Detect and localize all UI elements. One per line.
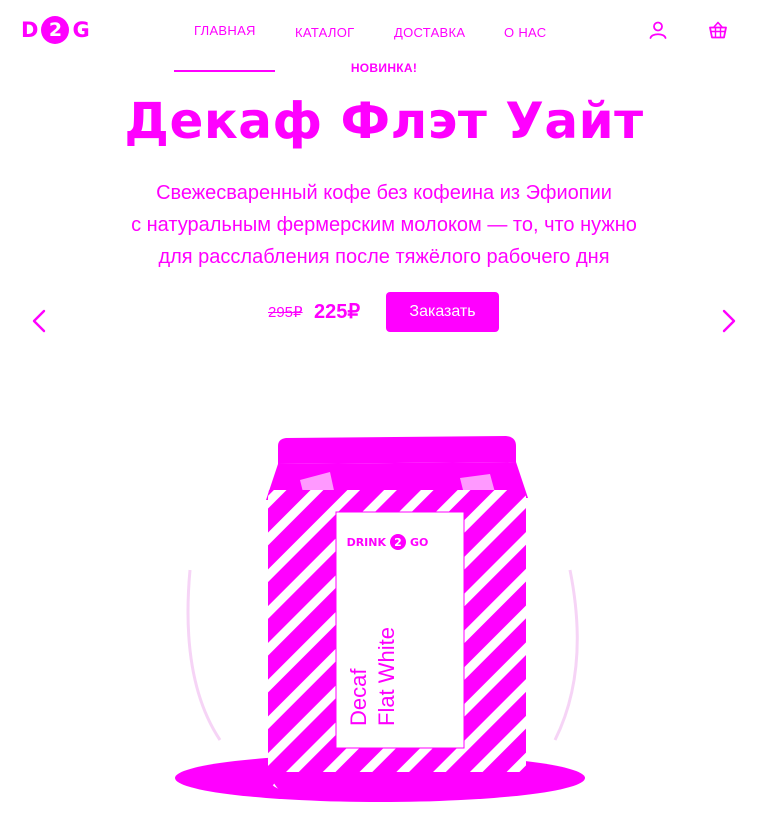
can-name-line1: Decaf <box>346 668 371 726</box>
logo-letter-d: D <box>21 18 39 42</box>
chevron-left-icon[interactable] <box>28 308 52 334</box>
can-brand-left: DRINK <box>347 536 387 549</box>
basket-icon[interactable] <box>707 19 729 41</box>
brand-logo[interactable]: D 2 G <box>21 16 90 44</box>
price-row: 295₽ 225₽ Заказать <box>0 292 768 332</box>
description-line: для расслабления после тяжёлого рабочего… <box>158 246 610 268</box>
logo-letter-g: G <box>72 18 90 42</box>
order-button[interactable]: Заказать <box>386 292 499 332</box>
logo-mark-digit: 2 <box>48 18 63 41</box>
nav-item-about[interactable]: О НАС <box>504 24 546 42</box>
old-price: 295₽ <box>268 304 303 321</box>
nav-item-home[interactable]: ГЛАВНАЯ <box>194 22 256 40</box>
can-brand-digit: 2 <box>394 536 402 549</box>
logo-mark: 2 <box>41 16 70 44</box>
new-price: 225₽ <box>314 301 361 323</box>
description-line: с натуральным фермерским молоком — то, ч… <box>131 214 637 236</box>
user-icon[interactable] <box>647 19 669 41</box>
chevron-right-icon[interactable] <box>716 308 740 334</box>
nav-item-delivery[interactable]: ДОСТАВКА <box>394 24 465 42</box>
product-description: Свежесваренный кофе без кофеина из Эфиоп… <box>0 177 768 273</box>
product-can-image: DRINK 2 GO Decaf Flat White <box>175 436 585 802</box>
page-title: Декаф Флэт Уайт <box>124 92 644 150</box>
nav-item-catalog[interactable]: КАТАЛОГ <box>295 24 354 42</box>
can-lid <box>278 436 516 464</box>
can-bottom <box>272 772 524 794</box>
description-line: Свежесваренный кофе без кофеина из Эфиоп… <box>156 182 612 204</box>
can-name-line2: Flat White <box>374 627 399 726</box>
new-badge: НОВИНКА! <box>350 61 418 75</box>
site-header: D 2 G ГЛАВНАЯ КАТАЛОГ ДОСТАВКА О НАС <box>0 0 768 62</box>
can-brand-right: GO <box>410 536 428 549</box>
